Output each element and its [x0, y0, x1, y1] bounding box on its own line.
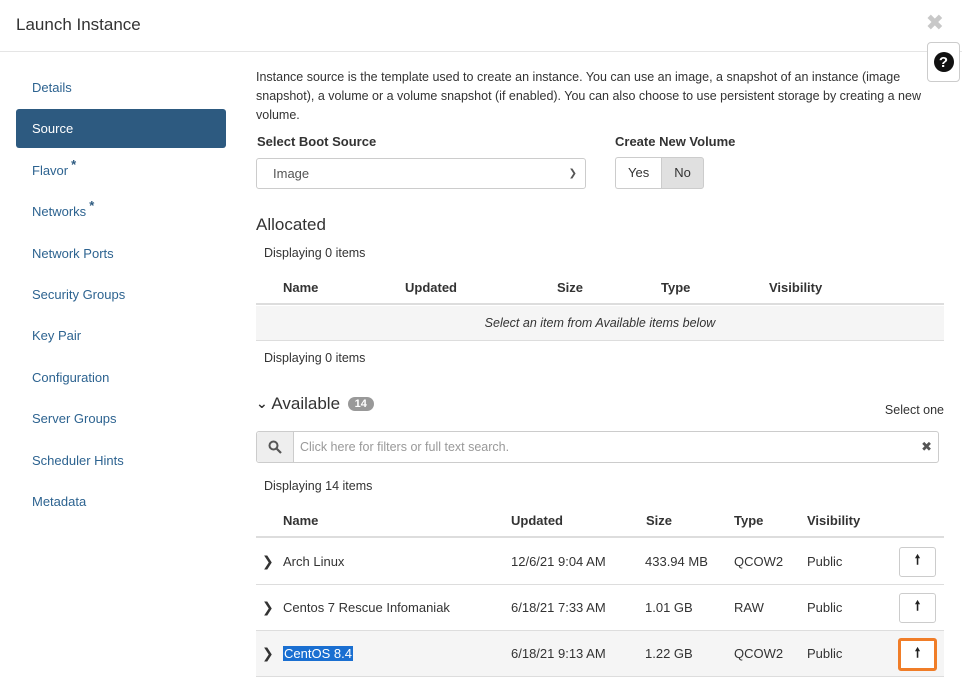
- allocate-button[interactable]: 🠕: [899, 547, 936, 577]
- sidebar-item-label: Scheduler Hints: [32, 452, 124, 468]
- image-updated: 12/6/21 9:04 AM: [511, 554, 606, 569]
- table-row: ❯ Centos 7 Rescue Infomaniak 6/18/21 7:3…: [256, 585, 944, 631]
- available-count-badge: 14: [347, 397, 374, 411]
- allocated-table-header: Name Updated Size Type Visibility: [256, 269, 944, 305]
- column-header-size[interactable]: Size: [557, 280, 583, 295]
- image-type: QCOW2: [734, 646, 784, 661]
- available-title: Available: [271, 394, 341, 413]
- image-name: CentOS 8.4: [283, 631, 353, 677]
- source-panel: Instance source is the template used to …: [256, 68, 944, 677]
- column-header-name[interactable]: Name: [283, 280, 318, 295]
- sidebar-item-label: Security Groups: [32, 286, 126, 302]
- allocated-count-bottom: Displaying 0 items: [264, 351, 366, 365]
- allocated-title: Allocated: [256, 215, 326, 234]
- sidebar-item-label: Source: [32, 121, 74, 137]
- chevron-right-icon[interactable]: ❯: [262, 539, 274, 583]
- close-icon[interactable]: ✖: [926, 10, 944, 36]
- boot-source-select[interactable]: Image ❯: [256, 158, 586, 189]
- image-size: 1.22 GB: [645, 646, 693, 661]
- sidebar-item-key-pair[interactable]: Key Pair: [16, 316, 226, 355]
- table-row: ❯ Arch Linux 12/6/21 9:04 AM 433.94 MB Q…: [256, 539, 944, 585]
- chevron-down-icon: ⌄: [256, 395, 268, 411]
- sidebar-item-flavor[interactable]: Flavor *: [16, 151, 226, 190]
- column-header-updated[interactable]: Updated: [511, 513, 563, 528]
- allocate-button[interactable]: 🠕: [899, 593, 936, 623]
- available-table-header: Name Updated Size Type Visibility: [256, 502, 944, 538]
- modal-title: Launch Instance: [16, 15, 141, 34]
- search-input[interactable]: [295, 432, 895, 462]
- image-name: Arch Linux: [283, 554, 345, 569]
- image-updated: 6/18/21 7:33 AM: [511, 600, 606, 615]
- image-visibility: Public: [807, 554, 843, 569]
- boot-source-label: Select Boot Source: [257, 134, 377, 149]
- available-count: Displaying 14 items: [264, 479, 373, 493]
- arrow-up-icon: 🠕: [914, 598, 921, 613]
- sidebar-item-security-groups[interactable]: Security Groups: [16, 275, 226, 314]
- select-one-hint: Select one: [884, 403, 944, 417]
- required-marker: *: [89, 198, 95, 214]
- arrow-up-icon: 🠕: [914, 552, 921, 567]
- search-bar: ✖: [256, 431, 939, 463]
- sidebar-item-configuration[interactable]: Configuration: [16, 358, 226, 397]
- volume-yes-button[interactable]: Yes: [615, 157, 662, 189]
- column-header-visibility[interactable]: Visibility: [807, 513, 860, 528]
- sidebar-item-label: Configuration: [32, 369, 110, 385]
- allocate-button[interactable]: 🠕: [898, 638, 937, 671]
- allocated-empty-row: Select an item from Available items belo…: [256, 306, 944, 341]
- sidebar-item-label: Details: [32, 80, 72, 95]
- sidebar-item-server-groups[interactable]: Server Groups: [16, 399, 226, 438]
- image-size: 433.94 MB: [645, 554, 708, 569]
- image-name: Centos 7 Rescue Infomaniak: [283, 600, 450, 615]
- sidebar-item-source[interactable]: Source: [16, 109, 226, 149]
- image-visibility: Public: [807, 646, 843, 661]
- sidebar-item-label: Network Ports: [32, 245, 114, 261]
- sidebar-item-label: Metadata: [32, 493, 87, 509]
- image-type: QCOW2: [734, 554, 784, 569]
- clear-search-icon[interactable]: ✖: [921, 439, 932, 455]
- sidebar-item-label: Server Groups: [32, 411, 117, 427]
- sidebar-item-networks[interactable]: Networks *: [16, 192, 226, 231]
- boot-source-value: Image: [273, 166, 310, 181]
- chevron-right-icon[interactable]: ❯: [262, 631, 274, 675]
- new-volume-label: Create New Volume: [615, 134, 736, 149]
- allocated-count-top: Displaying 0 items: [264, 246, 366, 260]
- image-visibility: Public: [807, 600, 843, 615]
- chevron-down-icon: ❯: [568, 168, 577, 179]
- sidebar-item-label: Flavor: [32, 162, 69, 178]
- image-size: 1.01 GB: [645, 600, 693, 615]
- new-volume-toggle: Yes No: [615, 157, 704, 189]
- column-header-visibility[interactable]: Visibility: [769, 280, 822, 295]
- chevron-right-icon[interactable]: ❯: [262, 585, 274, 629]
- column-header-size[interactable]: Size: [646, 513, 672, 528]
- sidebar-item-scheduler-hints[interactable]: Scheduler Hints: [16, 441, 226, 480]
- sidebar-item-network-ports[interactable]: Network Ports: [16, 234, 226, 273]
- column-header-updated[interactable]: Updated: [405, 280, 457, 295]
- sidebar-item-label: Key Pair: [32, 328, 82, 344]
- image-updated: 6/18/21 9:13 AM: [511, 646, 606, 661]
- image-type: RAW: [734, 600, 764, 615]
- sidebar-item-metadata[interactable]: Metadata: [16, 482, 226, 521]
- selected-text: CentOS 8.4: [283, 646, 353, 661]
- search-icon: [257, 432, 294, 462]
- available-toggle[interactable]: ⌄ Available 14: [256, 394, 374, 414]
- modal-header: Launch Instance ✖: [0, 0, 962, 52]
- column-header-name[interactable]: Name: [283, 513, 318, 528]
- required-marker: *: [71, 156, 77, 172]
- column-header-type[interactable]: Type: [661, 280, 690, 295]
- sidebar-item-label: Networks: [32, 204, 87, 220]
- volume-no-button[interactable]: No: [661, 157, 704, 189]
- wizard-sidebar: Details Source Flavor * Networks * Network…: [16, 68, 226, 523]
- table-row: ❯ CentOS 8.4 6/18/21 9:13 AM 1.22 GB QCO…: [256, 631, 944, 677]
- sidebar-item-details[interactable]: Details: [16, 68, 226, 107]
- arrow-up-icon: 🠕: [914, 644, 921, 660]
- source-description: Instance source is the template used to …: [256, 70, 921, 122]
- column-header-type[interactable]: Type: [734, 513, 763, 528]
